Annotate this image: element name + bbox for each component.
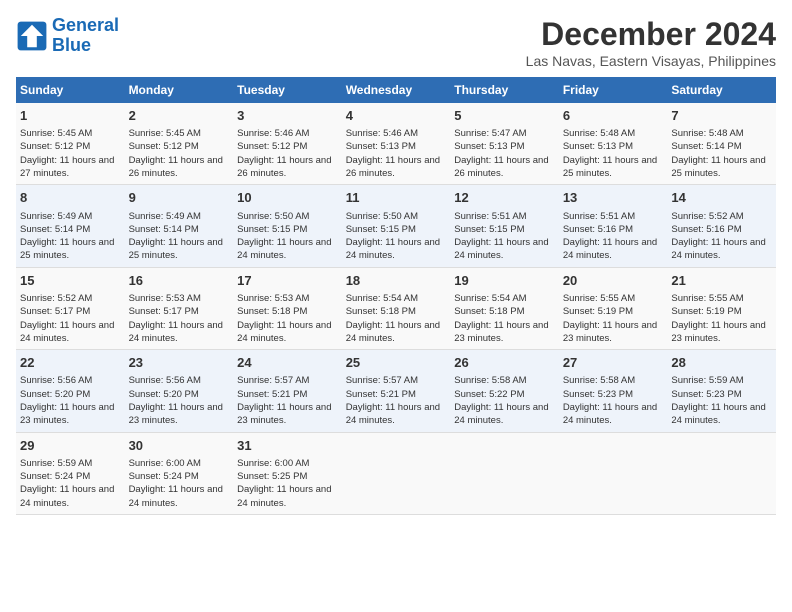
table-row [342,432,451,514]
col-header-saturday: Saturday [667,77,776,103]
week-row-5: 29Sunrise: 5:59 AMSunset: 5:24 PMDayligh… [16,432,776,514]
table-row: 21Sunrise: 5:55 AMSunset: 5:19 PMDayligh… [667,267,776,349]
table-row: 29Sunrise: 5:59 AMSunset: 5:24 PMDayligh… [16,432,125,514]
table-row: 15Sunrise: 5:52 AMSunset: 5:17 PMDayligh… [16,267,125,349]
table-row: 8Sunrise: 5:49 AMSunset: 5:14 PMDaylight… [16,185,125,267]
header: General Blue December 2024 Las Navas, Ea… [16,16,776,69]
table-row: 18Sunrise: 5:54 AMSunset: 5:18 PMDayligh… [342,267,451,349]
logo-text: General Blue [52,16,119,56]
table-row: 7Sunrise: 5:48 AMSunset: 5:14 PMDaylight… [667,103,776,185]
table-row: 30Sunrise: 6:00 AMSunset: 5:24 PMDayligh… [125,432,234,514]
table-row: 16Sunrise: 5:53 AMSunset: 5:17 PMDayligh… [125,267,234,349]
table-row: 23Sunrise: 5:56 AMSunset: 5:20 PMDayligh… [125,350,234,432]
table-row: 27Sunrise: 5:58 AMSunset: 5:23 PMDayligh… [559,350,668,432]
table-row: 17Sunrise: 5:53 AMSunset: 5:18 PMDayligh… [233,267,342,349]
table-row: 19Sunrise: 5:54 AMSunset: 5:18 PMDayligh… [450,267,559,349]
table-row: 26Sunrise: 5:58 AMSunset: 5:22 PMDayligh… [450,350,559,432]
table-row: 22Sunrise: 5:56 AMSunset: 5:20 PMDayligh… [16,350,125,432]
table-row [559,432,668,514]
table-row: 20Sunrise: 5:55 AMSunset: 5:19 PMDayligh… [559,267,668,349]
table-row: 12Sunrise: 5:51 AMSunset: 5:15 PMDayligh… [450,185,559,267]
table-row: 11Sunrise: 5:50 AMSunset: 5:15 PMDayligh… [342,185,451,267]
table-row: 2Sunrise: 5:45 AMSunset: 5:12 PMDaylight… [125,103,234,185]
main-title: December 2024 [526,16,776,53]
logo-icon [16,20,48,52]
col-header-thursday: Thursday [450,77,559,103]
col-header-wednesday: Wednesday [342,77,451,103]
table-row: 1Sunrise: 5:45 AMSunset: 5:12 PMDaylight… [16,103,125,185]
table-row: 25Sunrise: 5:57 AMSunset: 5:21 PMDayligh… [342,350,451,432]
subtitle: Las Navas, Eastern Visayas, Philippines [526,53,776,69]
table-row: 31Sunrise: 6:00 AMSunset: 5:25 PMDayligh… [233,432,342,514]
col-header-friday: Friday [559,77,668,103]
week-row-4: 22Sunrise: 5:56 AMSunset: 5:20 PMDayligh… [16,350,776,432]
week-row-3: 15Sunrise: 5:52 AMSunset: 5:17 PMDayligh… [16,267,776,349]
table-row: 6Sunrise: 5:48 AMSunset: 5:13 PMDaylight… [559,103,668,185]
header-row: SundayMondayTuesdayWednesdayThursdayFrid… [16,77,776,103]
table-row [450,432,559,514]
table-row: 28Sunrise: 5:59 AMSunset: 5:23 PMDayligh… [667,350,776,432]
table-row: 4Sunrise: 5:46 AMSunset: 5:13 PMDaylight… [342,103,451,185]
table-row: 14Sunrise: 5:52 AMSunset: 5:16 PMDayligh… [667,185,776,267]
col-header-monday: Monday [125,77,234,103]
table-row: 5Sunrise: 5:47 AMSunset: 5:13 PMDaylight… [450,103,559,185]
logo: General Blue [16,16,119,56]
table-row: 24Sunrise: 5:57 AMSunset: 5:21 PMDayligh… [233,350,342,432]
table-row [667,432,776,514]
col-header-tuesday: Tuesday [233,77,342,103]
calendar-table: SundayMondayTuesdayWednesdayThursdayFrid… [16,77,776,515]
table-row: 10Sunrise: 5:50 AMSunset: 5:15 PMDayligh… [233,185,342,267]
table-row: 13Sunrise: 5:51 AMSunset: 5:16 PMDayligh… [559,185,668,267]
col-header-sunday: Sunday [16,77,125,103]
table-row: 9Sunrise: 5:49 AMSunset: 5:14 PMDaylight… [125,185,234,267]
week-row-2: 8Sunrise: 5:49 AMSunset: 5:14 PMDaylight… [16,185,776,267]
title-area: December 2024 Las Navas, Eastern Visayas… [526,16,776,69]
week-row-1: 1Sunrise: 5:45 AMSunset: 5:12 PMDaylight… [16,103,776,185]
table-row: 3Sunrise: 5:46 AMSunset: 5:12 PMDaylight… [233,103,342,185]
